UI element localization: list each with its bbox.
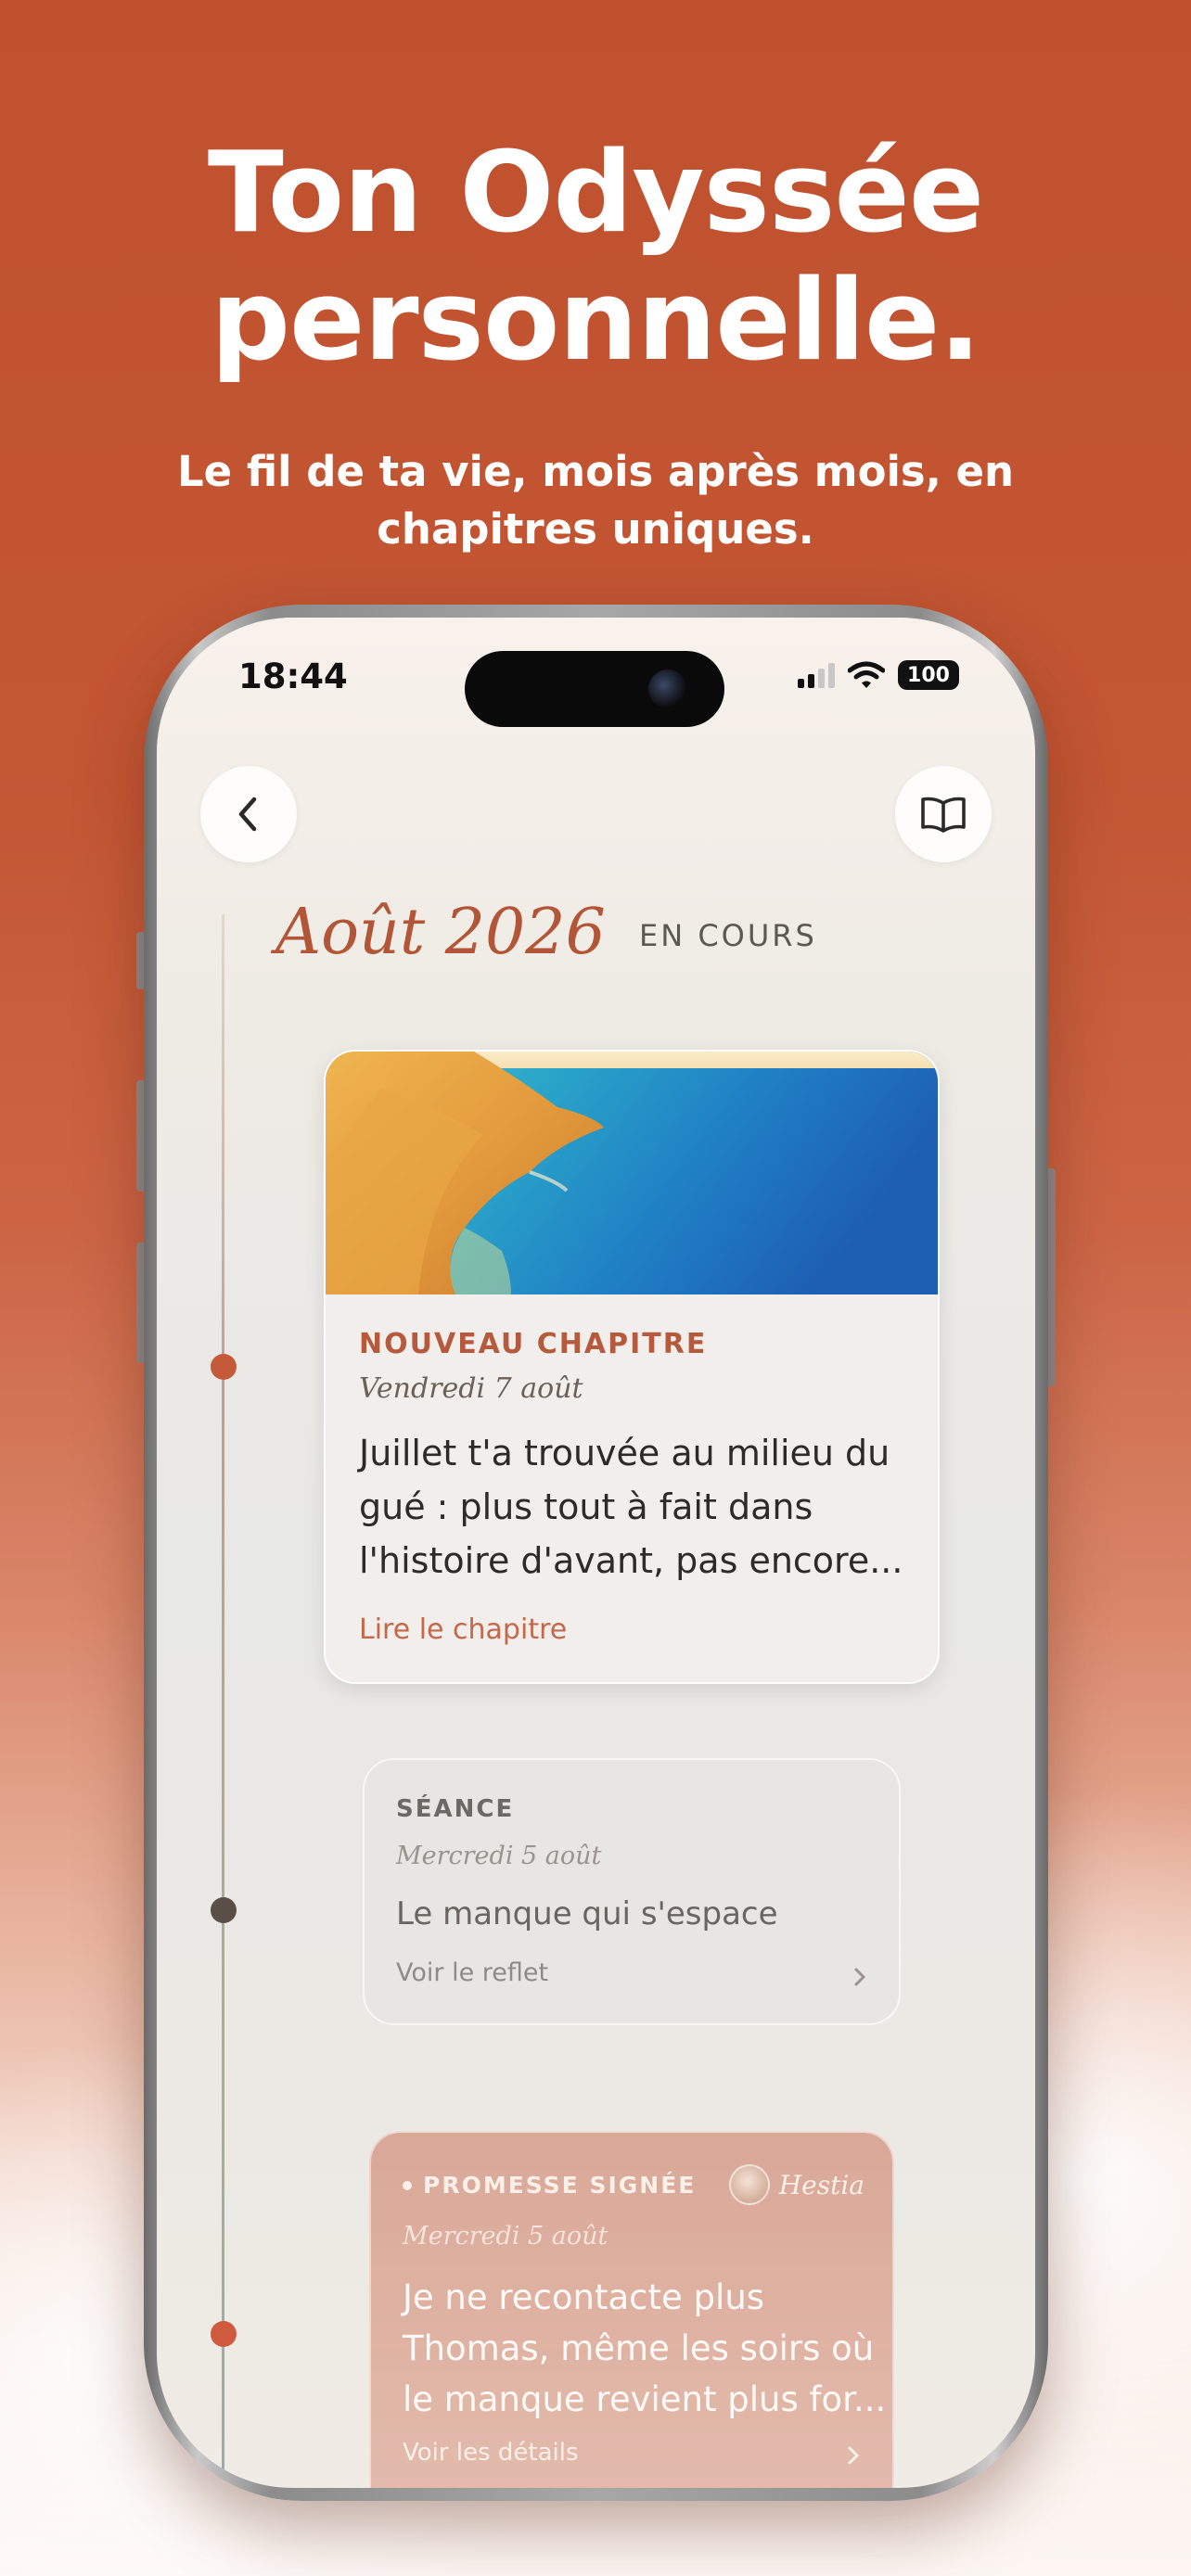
back-button[interactable] — [200, 766, 297, 862]
promise-kicker: PROMESSE SIGNÉE — [403, 2172, 696, 2199]
chapter-excerpt-line: gué : plus tout à fait dans — [359, 1486, 813, 1527]
promise-date: Mercredi 5 août — [403, 2222, 608, 2251]
chapter-excerpt: Juillet t'a trouvée au milieu du gué : p… — [359, 1426, 916, 1588]
dynamic-island — [465, 651, 724, 727]
book-open-icon — [921, 797, 966, 833]
chapter-card[interactable]: NOUVEAU CHAPITRE Vendredi 7 août Juillet… — [324, 1050, 940, 1684]
month-title: Août 2026 — [275, 896, 606, 969]
timeline-dot — [211, 1897, 237, 1923]
promise-author: Hestia — [728, 2164, 864, 2205]
chevron-right-icon — [854, 1968, 865, 1986]
battery-level: 100 — [907, 663, 950, 687]
bullet-icon — [403, 2180, 412, 2190]
promise-card[interactable]: PROMESSE SIGNÉE Hestia Mercredi 5 août J… — [369, 2131, 894, 2488]
battery-icon: 100 — [898, 660, 959, 690]
hero-subtitle: Le fil de ta vie, mois après mois, en ch… — [139, 443, 1052, 558]
seance-card[interactable]: SÉANCE Mercredi 5 août Le manque qui s'e… — [363, 1758, 901, 2025]
view-reflection-link[interactable]: Voir le reflet — [396, 1958, 548, 1987]
hero-title-line-2: personnelle. — [211, 257, 981, 386]
view-details-link[interactable]: Voir les détails — [403, 2439, 579, 2467]
chapter-date: Vendredi 7 août — [359, 1372, 583, 1405]
seance-kicker: SÉANCE — [396, 1795, 515, 1823]
chapter-kicker: NOUVEAU CHAPITRE — [359, 1328, 708, 1360]
signal-icon — [798, 662, 835, 688]
timeline-line — [222, 914, 224, 2488]
camera-icon — [648, 670, 687, 708]
hero-subtitle-line-2: chapitres uniques. — [377, 504, 814, 554]
author-name: Hestia — [778, 2169, 864, 2200]
promise-text-line: Thomas, même les soirs où — [403, 2328, 875, 2368]
month-status-badge: EN COURS — [639, 918, 817, 953]
timeline-dot — [211, 2321, 237, 2347]
promise-kicker-label: PROMESSE SIGNÉE — [423, 2172, 697, 2199]
hero-title-line-1: Ton Odyssée — [207, 129, 984, 258]
promise-text-line: le manque revient plus for... — [403, 2379, 887, 2419]
phone-frame: 18:44 100 Août 2026 EN COURS NOUVEAU CHA… — [144, 605, 1048, 2501]
hero-title: Ton Odyssée personnelle. — [0, 130, 1191, 386]
coastline-illustration — [326, 1052, 938, 1294]
chevron-right-icon — [848, 2446, 859, 2465]
read-chapter-link[interactable]: Lire le chapitre — [359, 1613, 567, 1646]
timeline-dot — [211, 1354, 237, 1380]
chapter-excerpt-line: l'histoire d'avant, pas encore... — [359, 1540, 903, 1581]
seance-date: Mercredi 5 août — [396, 1842, 602, 1870]
avatar — [728, 2164, 770, 2205]
promise-text-line: Je ne recontacte plus — [403, 2277, 765, 2317]
chapter-excerpt-line: Juillet t'a trouvée au milieu du — [359, 1433, 890, 1473]
book-button[interactable] — [895, 766, 992, 862]
chevron-left-icon — [238, 797, 257, 832]
status-time: 18:44 — [238, 657, 348, 696]
promise-text: Je ne recontacte plus Thomas, même les s… — [403, 2272, 887, 2425]
wifi-icon — [848, 661, 885, 688]
hero-subtitle-line-1: Le fil de ta vie, mois après mois, en — [176, 447, 1015, 496]
status-icons: 100 — [798, 660, 959, 690]
seance-title: Le manque qui s'espace — [396, 1895, 778, 1932]
phone-screen: 18:44 100 Août 2026 EN COURS NOUVEAU CHA… — [157, 618, 1035, 2488]
